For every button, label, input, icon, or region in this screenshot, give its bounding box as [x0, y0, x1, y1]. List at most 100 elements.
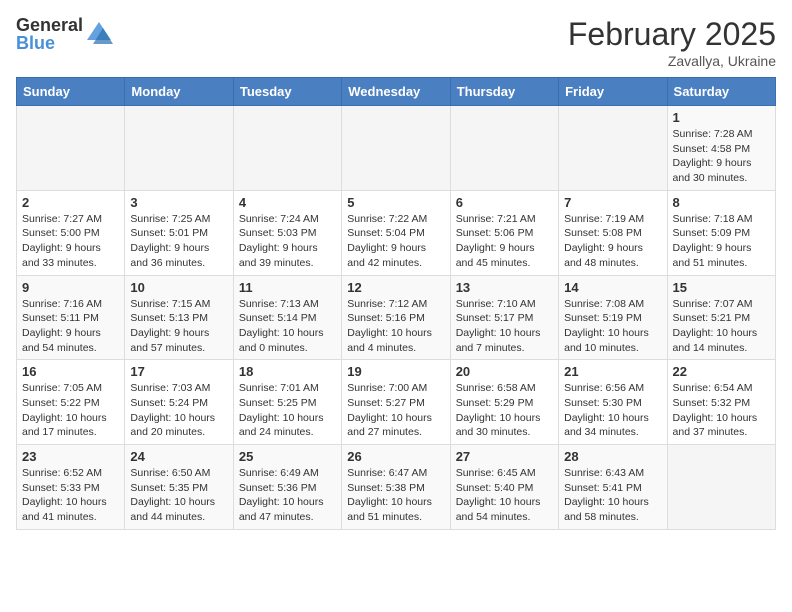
day-number: 27 — [456, 449, 553, 464]
calendar-week-row: 9 Sunrise: 7:16 AM Sunset: 5:11 PM Daylig… — [17, 275, 776, 360]
day-header-friday: Friday — [559, 78, 667, 106]
day-info: Sunrise: 6:56 AM Sunset: 5:30 PM Dayligh… — [564, 381, 661, 440]
calendar-cell: 25Sunrise: 6:49 AM Sunset: 5:36 PM Dayli… — [233, 445, 341, 530]
day-info: Sunrise: 7:03 AM Sunset: 5:24 PM Dayligh… — [130, 381, 227, 440]
calendar-cell: 12 Sunrise: 7:12 AM Sunset: 5:16 PM Dayli… — [342, 275, 450, 360]
calendar-cell: 21 Sunrise: 6:56 AM Sunset: 5:30 PM Dayli… — [559, 360, 667, 445]
calendar-cell: 2Sunrise: 7:27 AM Sunset: 5:00 PM Daylig… — [17, 190, 125, 275]
calendar-cell: 24Sunrise: 6:50 AM Sunset: 5:35 PM Dayli… — [125, 445, 233, 530]
day-info: Sunrise: 7:12 AM Sunset: 5:16 PM Dayligh… — [347, 297, 444, 356]
logo-icon — [85, 20, 113, 48]
day-number: 13 — [456, 280, 553, 295]
day-info: Sunrise: 6:49 AM Sunset: 5:36 PM Dayligh… — [239, 466, 336, 525]
day-number: 1 — [673, 110, 770, 125]
day-number: 16 — [22, 364, 119, 379]
day-info: Sunrise: 6:45 AM Sunset: 5:40 PM Dayligh… — [456, 466, 553, 525]
calendar-cell: 6 Sunrise: 7:21 AM Sunset: 5:06 PM Daylig… — [450, 190, 558, 275]
calendar-week-row: 16 Sunrise: 7:05 AM Sunset: 5:22 PM Dayli… — [17, 360, 776, 445]
calendar-cell: 1 Sunrise: 7:28 AM Sunset: 4:58 PM Daylig… — [667, 106, 775, 191]
calendar-cell: 5Sunrise: 7:22 AM Sunset: 5:04 PM Daylig… — [342, 190, 450, 275]
day-info: Sunrise: 7:15 AM Sunset: 5:13 PM Dayligh… — [130, 297, 227, 356]
calendar-week-row: 1 Sunrise: 7:28 AM Sunset: 4:58 PM Daylig… — [17, 106, 776, 191]
calendar-cell — [233, 106, 341, 191]
calendar-cell: 9 Sunrise: 7:16 AM Sunset: 5:11 PM Daylig… — [17, 275, 125, 360]
day-header-saturday: Saturday — [667, 78, 775, 106]
day-header-sunday: Sunday — [17, 78, 125, 106]
day-number: 6 — [456, 195, 553, 210]
day-number: 23 — [22, 449, 119, 464]
day-number: 12 — [347, 280, 444, 295]
day-info: Sunrise: 7:01 AM Sunset: 5:25 PM Dayligh… — [239, 381, 336, 440]
day-number: 24 — [130, 449, 227, 464]
day-number: 10 — [130, 280, 227, 295]
calendar-cell: 10 Sunrise: 7:15 AM Sunset: 5:13 PM Dayli… — [125, 275, 233, 360]
calendar-cell: 4 Sunrise: 7:24 AM Sunset: 5:03 PM Daylig… — [233, 190, 341, 275]
day-info: Sunrise: 7:18 AM Sunset: 5:09 PM Dayligh… — [673, 212, 770, 271]
calendar-cell: 19 Sunrise: 7:00 AM Sunset: 5:27 PM Dayli… — [342, 360, 450, 445]
calendar-cell: 15Sunrise: 7:07 AM Sunset: 5:21 PM Dayli… — [667, 275, 775, 360]
logo: General Blue — [16, 16, 113, 52]
calendar-cell: 13 Sunrise: 7:10 AM Sunset: 5:17 PM Dayli… — [450, 275, 558, 360]
calendar-cell — [342, 106, 450, 191]
day-info: Sunrise: 7:05 AM Sunset: 5:22 PM Dayligh… — [22, 381, 119, 440]
day-number: 8 — [673, 195, 770, 210]
day-header-tuesday: Tuesday — [233, 78, 341, 106]
day-info: Sunrise: 6:47 AM Sunset: 5:38 PM Dayligh… — [347, 466, 444, 525]
day-info: Sunrise: 7:25 AM Sunset: 5:01 PM Dayligh… — [130, 212, 227, 271]
day-number: 9 — [22, 280, 119, 295]
day-number: 14 — [564, 280, 661, 295]
day-info: Sunrise: 6:52 AM Sunset: 5:33 PM Dayligh… — [22, 466, 119, 525]
calendar-table: SundayMondayTuesdayWednesdayThursdayFrid… — [16, 77, 776, 530]
day-number: 18 — [239, 364, 336, 379]
day-number: 26 — [347, 449, 444, 464]
calendar-header-row: SundayMondayTuesdayWednesdayThursdayFrid… — [17, 78, 776, 106]
logo-general-text: General — [16, 16, 83, 34]
page-header: General Blue February 2025 Zavallya, Ukr… — [16, 16, 776, 69]
calendar-week-row: 2Sunrise: 7:27 AM Sunset: 5:00 PM Daylig… — [17, 190, 776, 275]
day-number: 7 — [564, 195, 661, 210]
calendar-cell — [17, 106, 125, 191]
calendar-cell: 27 Sunrise: 6:45 AM Sunset: 5:40 PM Dayli… — [450, 445, 558, 530]
day-info: Sunrise: 7:21 AM Sunset: 5:06 PM Dayligh… — [456, 212, 553, 271]
day-info: Sunrise: 7:24 AM Sunset: 5:03 PM Dayligh… — [239, 212, 336, 271]
day-number: 21 — [564, 364, 661, 379]
day-number: 4 — [239, 195, 336, 210]
day-info: Sunrise: 7:16 AM Sunset: 5:11 PM Dayligh… — [22, 297, 119, 356]
day-number: 22 — [673, 364, 770, 379]
day-info: Sunrise: 7:10 AM Sunset: 5:17 PM Dayligh… — [456, 297, 553, 356]
day-info: Sunrise: 7:22 AM Sunset: 5:04 PM Dayligh… — [347, 212, 444, 271]
calendar-cell: 17 Sunrise: 7:03 AM Sunset: 5:24 PM Dayli… — [125, 360, 233, 445]
day-number: 2 — [22, 195, 119, 210]
calendar-week-row: 23 Sunrise: 6:52 AM Sunset: 5:33 PM Dayli… — [17, 445, 776, 530]
day-info: Sunrise: 7:08 AM Sunset: 5:19 PM Dayligh… — [564, 297, 661, 356]
day-header-wednesday: Wednesday — [342, 78, 450, 106]
day-info: Sunrise: 7:00 AM Sunset: 5:27 PM Dayligh… — [347, 381, 444, 440]
calendar-cell: 28Sunrise: 6:43 AM Sunset: 5:41 PM Dayli… — [559, 445, 667, 530]
calendar-cell — [450, 106, 558, 191]
day-info: Sunrise: 7:13 AM Sunset: 5:14 PM Dayligh… — [239, 297, 336, 356]
calendar-cell: 22 Sunrise: 6:54 AM Sunset: 5:32 PM Dayli… — [667, 360, 775, 445]
day-number: 17 — [130, 364, 227, 379]
day-number: 3 — [130, 195, 227, 210]
day-number: 20 — [456, 364, 553, 379]
day-info: Sunrise: 6:54 AM Sunset: 5:32 PM Dayligh… — [673, 381, 770, 440]
day-info: Sunrise: 6:43 AM Sunset: 5:41 PM Dayligh… — [564, 466, 661, 525]
calendar-cell — [559, 106, 667, 191]
calendar-cell: 11 Sunrise: 7:13 AM Sunset: 5:14 PM Dayli… — [233, 275, 341, 360]
calendar-cell: 16 Sunrise: 7:05 AM Sunset: 5:22 PM Dayli… — [17, 360, 125, 445]
calendar-cell: 8 Sunrise: 7:18 AM Sunset: 5:09 PM Daylig… — [667, 190, 775, 275]
day-info: Sunrise: 7:28 AM Sunset: 4:58 PM Dayligh… — [673, 127, 770, 186]
calendar-cell — [125, 106, 233, 191]
calendar-cell: 18 Sunrise: 7:01 AM Sunset: 5:25 PM Dayli… — [233, 360, 341, 445]
calendar-cell: 14 Sunrise: 7:08 AM Sunset: 5:19 PM Dayli… — [559, 275, 667, 360]
day-header-monday: Monday — [125, 78, 233, 106]
day-number: 11 — [239, 280, 336, 295]
day-info: Sunrise: 7:07 AM Sunset: 5:21 PM Dayligh… — [673, 297, 770, 356]
month-title: February 2025 — [568, 16, 776, 53]
logo-blue-text: Blue — [16, 34, 83, 52]
location: Zavallya, Ukraine — [568, 53, 776, 69]
day-number: 19 — [347, 364, 444, 379]
calendar-cell: 20Sunrise: 6:58 AM Sunset: 5:29 PM Dayli… — [450, 360, 558, 445]
calendar-cell: 3 Sunrise: 7:25 AM Sunset: 5:01 PM Daylig… — [125, 190, 233, 275]
day-header-thursday: Thursday — [450, 78, 558, 106]
